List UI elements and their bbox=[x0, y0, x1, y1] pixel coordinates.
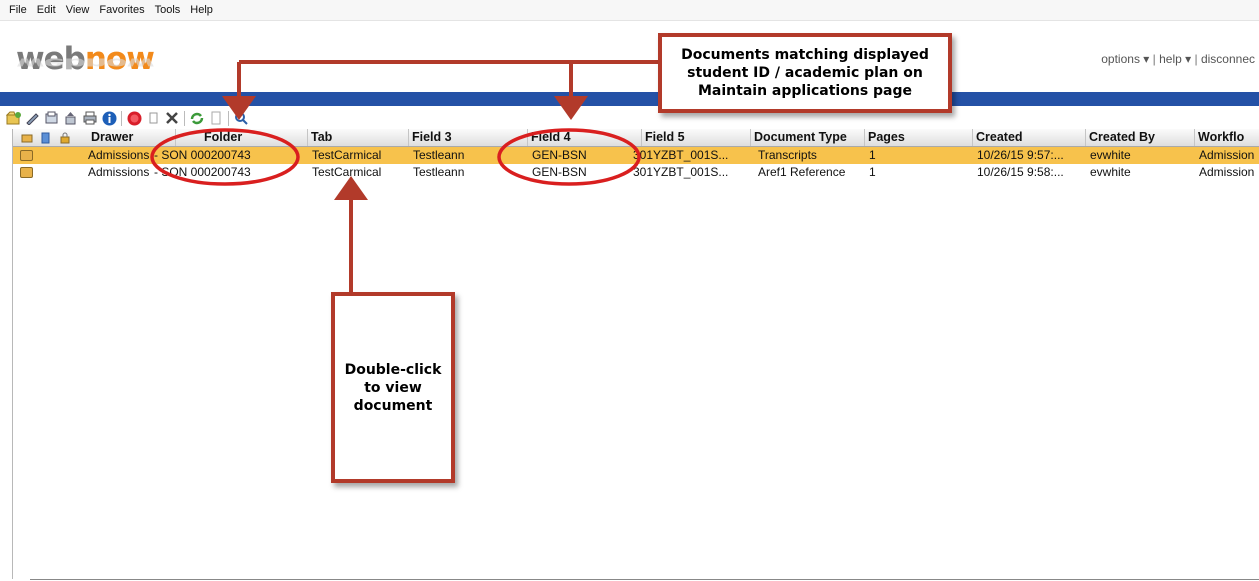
menu-view[interactable]: View bbox=[61, 0, 95, 20]
new-document-icon[interactable] bbox=[6, 110, 22, 126]
col-created-by[interactable]: Created By bbox=[1086, 129, 1195, 146]
copy-icon[interactable] bbox=[145, 110, 161, 126]
cell-created: 10/26/15 9:58:... bbox=[977, 165, 1064, 179]
grid-bottom-border bbox=[30, 579, 1259, 580]
delete-icon[interactable] bbox=[164, 110, 180, 126]
menu-tools[interactable]: Tools bbox=[150, 0, 186, 20]
help-link[interactable]: help ▾ bbox=[1159, 52, 1191, 66]
header-band bbox=[0, 92, 1259, 106]
col-field4[interactable]: Field 4 bbox=[528, 129, 642, 146]
table-row[interactable]: Admissions - SON 000200743 TestCarmical … bbox=[13, 147, 1259, 164]
disconnect-link[interactable]: disconnec bbox=[1201, 52, 1255, 66]
link-separator: | bbox=[1191, 52, 1201, 66]
app-header: webnow webnow options ▾ | help ▾ | disco… bbox=[0, 21, 1259, 92]
options-link[interactable]: options ▾ bbox=[1101, 52, 1149, 66]
annotation-top-callout: Documents matching displayed student ID … bbox=[658, 33, 952, 113]
col-folder[interactable]: Folder bbox=[176, 129, 308, 146]
toolbar-separator bbox=[121, 110, 122, 126]
notes-icon[interactable] bbox=[40, 131, 52, 144]
col-field3[interactable]: Field 3 bbox=[409, 129, 528, 146]
cell-tab: TestCarmical bbox=[312, 148, 382, 162]
cell-drawer: Admissions bbox=[88, 165, 150, 179]
refresh-icon[interactable] bbox=[189, 110, 205, 126]
document-grid: Drawer Folder Tab Field 3 Field 4 Field … bbox=[12, 129, 1259, 579]
menu-edit[interactable]: Edit bbox=[32, 0, 61, 20]
col-document-type[interactable]: Document Type bbox=[751, 129, 865, 146]
cell-document-type: Aref1 Reference bbox=[758, 165, 846, 179]
toolbar bbox=[0, 107, 1259, 129]
cell-created-by: evwhite bbox=[1090, 148, 1131, 162]
upload-icon[interactable] bbox=[63, 110, 79, 126]
cell-pages: 1 bbox=[869, 165, 876, 179]
cell-field4: GEN-BSN bbox=[532, 165, 587, 179]
col-workflow[interactable]: Workflo bbox=[1195, 129, 1259, 146]
col-created[interactable]: Created bbox=[973, 129, 1086, 146]
table-row[interactable]: Admissions - SON 000200743 TestCarmical … bbox=[13, 164, 1259, 181]
cell-folder: - SON 000200743 bbox=[154, 148, 251, 162]
cell-document-type: Transcripts bbox=[758, 148, 817, 162]
document-icon bbox=[20, 167, 33, 178]
print-icon[interactable] bbox=[82, 110, 98, 126]
toolbar-separator bbox=[228, 110, 229, 126]
scan-icon[interactable] bbox=[44, 110, 60, 126]
cell-pages: 1 bbox=[869, 148, 876, 162]
cell-workflow: Admission bbox=[1199, 148, 1255, 162]
document-icon[interactable] bbox=[21, 131, 33, 143]
cell-folder: - SON 000200743 bbox=[154, 165, 251, 179]
menu-bar: File Edit View Favorites Tools Help bbox=[0, 0, 1259, 21]
menu-favorites[interactable]: Favorites bbox=[94, 0, 149, 20]
cell-tab: TestCarmical bbox=[312, 165, 382, 179]
col-pages[interactable]: Pages bbox=[865, 129, 973, 146]
cell-created-by: evwhite bbox=[1090, 165, 1131, 179]
toolbar-separator bbox=[184, 110, 185, 126]
link-separator: | bbox=[1149, 52, 1160, 66]
cell-field5: 301YZBT_001S... bbox=[633, 148, 729, 162]
menu-file[interactable]: File bbox=[4, 0, 32, 20]
cell-created: 10/26/15 9:57:... bbox=[977, 148, 1064, 162]
cell-drawer: Admissions bbox=[88, 148, 150, 162]
menu-help[interactable]: Help bbox=[185, 0, 218, 20]
cell-field3: Testleann bbox=[413, 148, 465, 162]
col-tab[interactable]: Tab bbox=[308, 129, 409, 146]
webnow-window: File Edit View Favorites Tools Help webn… bbox=[0, 0, 1259, 581]
blank-page-icon[interactable] bbox=[208, 110, 224, 126]
lock-icon[interactable] bbox=[59, 131, 71, 144]
cell-field5: 301YZBT_001S... bbox=[633, 165, 729, 179]
edit-icon[interactable] bbox=[25, 110, 41, 126]
stop-icon[interactable] bbox=[126, 110, 142, 126]
col-drawer[interactable]: Drawer bbox=[88, 129, 176, 146]
cell-field4: GEN-BSN bbox=[532, 148, 587, 162]
cell-workflow: Admission bbox=[1199, 165, 1255, 179]
document-icon bbox=[20, 150, 33, 161]
top-links: options ▾ | help ▾ | disconnec bbox=[1101, 52, 1255, 66]
cell-field3: Testleann bbox=[413, 165, 465, 179]
grid-header: Drawer Folder Tab Field 3 Field 4 Field … bbox=[13, 129, 1259, 147]
info-icon[interactable] bbox=[101, 110, 117, 126]
logo-reflection: webnow bbox=[16, 54, 154, 71]
annotation-bottom-callout: Double-click to view document bbox=[331, 292, 455, 483]
col-field5[interactable]: Field 5 bbox=[642, 129, 751, 146]
search-icon[interactable] bbox=[233, 110, 249, 126]
